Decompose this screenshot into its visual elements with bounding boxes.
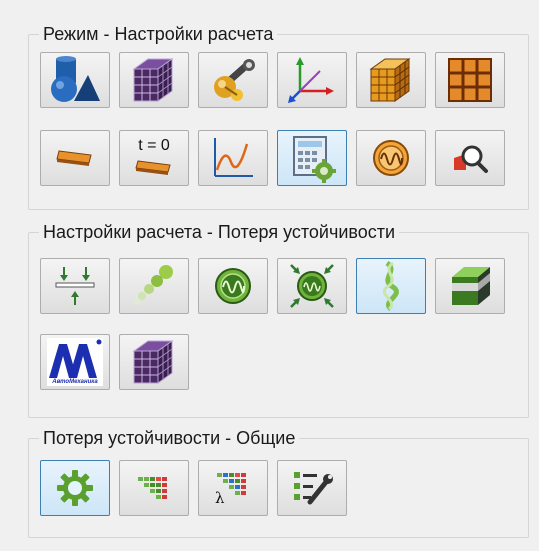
- loads-arrows-icon: [55, 267, 95, 305]
- chain-icon: [134, 265, 173, 305]
- automechanica-text: АвтоМеханика: [52, 379, 98, 385]
- automechanica-button[interactable]: АвтоМеханика: [40, 334, 110, 390]
- group-title: Режим - Настройки расчета: [39, 23, 278, 45]
- twisted-column-icon: [383, 261, 399, 311]
- matrix-grid-icon: [138, 477, 167, 499]
- stability-analysis-button[interactable]: [277, 258, 347, 314]
- orange-cube-icon: [369, 58, 411, 102]
- matrix-button[interactable]: [119, 460, 189, 516]
- initial-time-button[interactable]: t = 0: [119, 130, 189, 186]
- mesh-result-button[interactable]: [119, 334, 189, 390]
- axes-icon: [288, 57, 334, 103]
- buckling-mode-button[interactable]: [356, 258, 426, 314]
- calculation-settings-button[interactable]: [277, 130, 347, 186]
- magnifier-icon: [454, 145, 488, 173]
- solid-elements-button[interactable]: [356, 52, 426, 108]
- geometry-shapes-icon: [51, 56, 100, 102]
- automechanica-logo: АвтоМеханика: [47, 338, 103, 386]
- grid-plate-icon: [448, 58, 492, 102]
- mesh-button[interactable]: [119, 52, 189, 108]
- results-graph-button[interactable]: [198, 130, 268, 186]
- lambda-symbol: λ: [215, 489, 225, 507]
- eigenvalues-button[interactable]: [198, 258, 268, 314]
- constraints-button[interactable]: [198, 52, 268, 108]
- beam-icon: [56, 150, 92, 166]
- beam-button[interactable]: [40, 130, 110, 186]
- layer-block-button[interactable]: [435, 258, 505, 314]
- plate-elements-button[interactable]: [435, 52, 505, 108]
- result-inspector-button[interactable]: [435, 130, 505, 186]
- general-settings-button[interactable]: [40, 460, 110, 516]
- initial-time-icon: t = 0: [132, 137, 176, 179]
- eigen-matrix-button[interactable]: λ: [198, 460, 268, 516]
- mesh-cube-icon: [132, 58, 174, 102]
- line-chart-icon: [214, 138, 253, 177]
- geometry-button[interactable]: [40, 52, 110, 108]
- mesh-cube-icon: [132, 340, 174, 384]
- wrench-joint-icon: [214, 59, 255, 101]
- lambda-matrix-icon: λ: [213, 471, 253, 507]
- loads-button[interactable]: [40, 258, 110, 314]
- t0-label: t = 0: [138, 137, 170, 154]
- bead-chain-button[interactable]: [119, 258, 189, 314]
- gear-icon: [57, 470, 93, 506]
- coordinate-system-button[interactable]: [277, 52, 347, 108]
- calculator-gear-icon: [293, 136, 336, 183]
- group-title: Потеря устойчивости - Общие: [39, 427, 300, 449]
- parameter-settings-button[interactable]: [277, 460, 347, 516]
- dynamics-button[interactable]: [356, 130, 426, 186]
- oscillation-green-icon: [215, 268, 251, 304]
- green-block-icon: [452, 267, 490, 305]
- list-wrench-icon: [294, 472, 333, 505]
- oscillation-arrows-icon: [290, 264, 334, 308]
- oscillation-orange-icon: [373, 140, 409, 176]
- group-title: Настройки расчета - Потеря устойчивости: [39, 221, 400, 243]
